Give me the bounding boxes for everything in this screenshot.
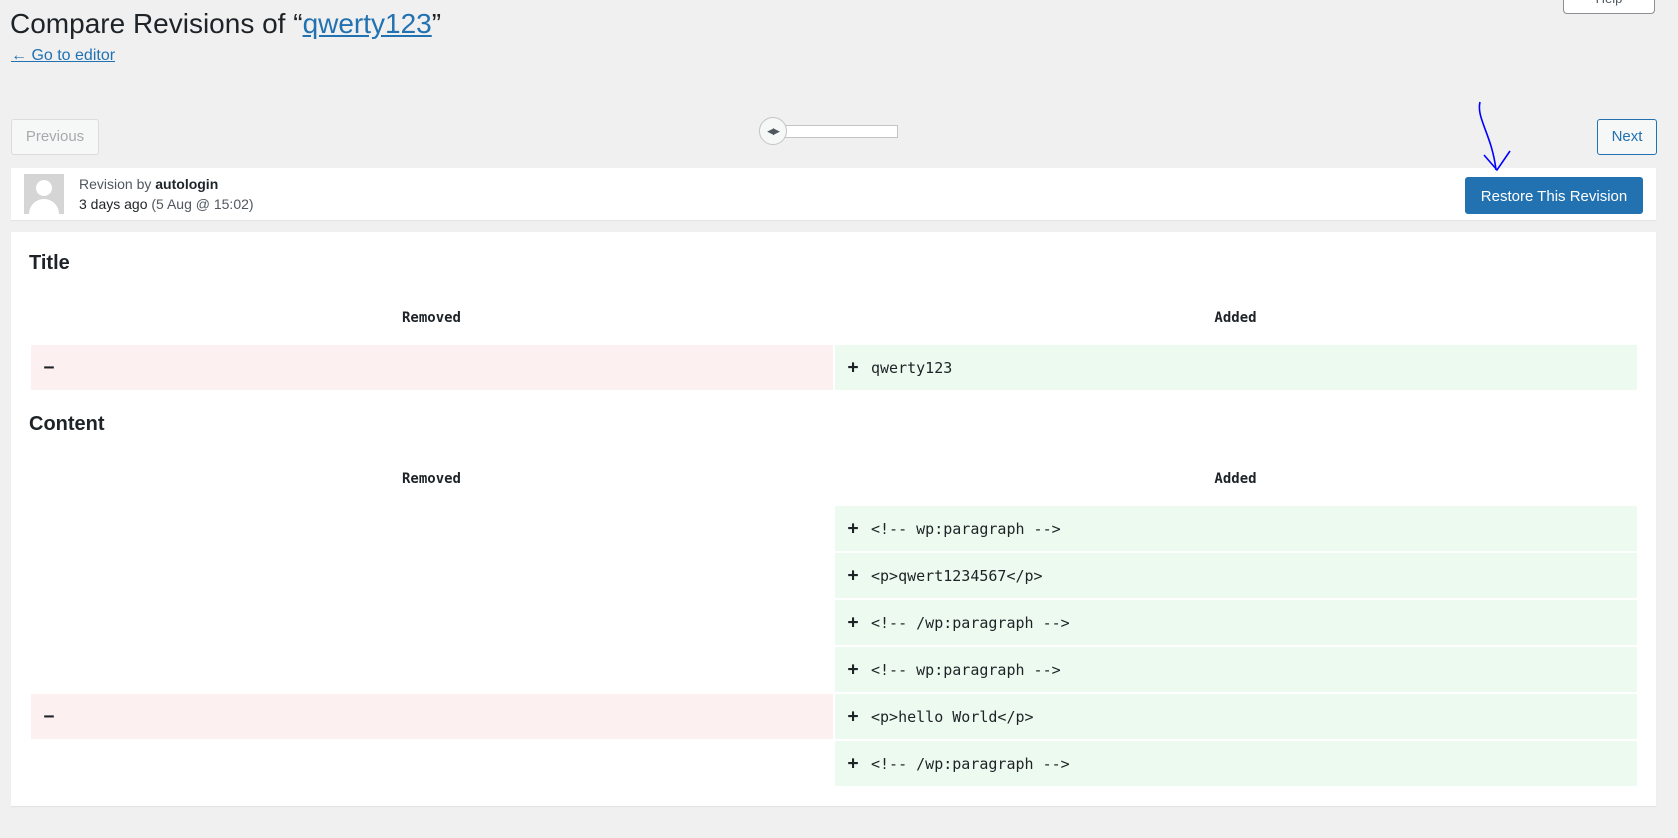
content-section-heading: Content (29, 413, 105, 435)
post-title-link[interactable]: qwerty123 (303, 8, 432, 39)
revision-meta: Revision by autologin 3 days ago (5 Aug … (11, 168, 1656, 220)
plus-icon: + (847, 357, 859, 378)
minus-icon: − (43, 706, 55, 727)
content-removed-header: Removed (401, 471, 461, 487)
title-removed-header: Removed (401, 310, 461, 326)
diff-panel: Title Removed Added − + qwerty123 Content… (11, 232, 1656, 806)
revision-by-label: Revision by (79, 176, 156, 192)
diff-removed-cell: − (31, 694, 833, 739)
title-added-header: Added (1214, 310, 1257, 326)
diff-added-cell: + <!-- /wp:paragraph --> (835, 600, 1637, 645)
minus-icon: − (43, 357, 55, 378)
avatar-body-shape (29, 199, 59, 214)
plus-icon: + (847, 753, 859, 774)
avatar (24, 174, 64, 214)
diff-added-cell: + <p>hello World</p> (835, 694, 1637, 739)
diff-added-text: <p>qwert1234567</p> (871, 567, 1043, 585)
diff-added-text: <!-- /wp:paragraph --> (871, 614, 1070, 632)
restore-revision-button[interactable]: Restore This Revision (1465, 177, 1643, 214)
diff-added-text: <!-- /wp:paragraph --> (871, 755, 1070, 773)
next-button[interactable]: Next (1597, 119, 1657, 155)
plus-icon: + (847, 518, 859, 539)
diff-added-text: <p>hello World</p> (871, 708, 1034, 726)
title-section-heading: Title (29, 252, 70, 274)
diff-added-text: <!-- wp:paragraph --> (871, 661, 1061, 679)
revision-date: (5 Aug @ 15:02) (147, 196, 254, 212)
diff-removed-cell: − (31, 345, 833, 390)
diff-added-cell: + <!-- wp:paragraph --> (835, 506, 1637, 551)
diff-added-text: <!-- wp:paragraph --> (871, 520, 1061, 538)
help-button[interactable]: Help (1563, 0, 1655, 14)
revision-time-ago: 3 days ago (79, 196, 148, 212)
hand-drawn-arrow-annotation (1478, 101, 1511, 172)
diff-added-text: qwerty123 (871, 359, 953, 377)
plus-icon: + (847, 706, 859, 727)
diff-added-cell: + <!-- wp:paragraph --> (835, 647, 1637, 692)
page-title: Compare Revisions of “qwerty123” (10, 4, 441, 44)
title-suffix: ” (431, 8, 442, 39)
revision-author-line: Revision by autologin (79, 176, 218, 192)
slider-arrows-icon: ◀▶ (767, 125, 780, 136)
plus-icon: + (847, 565, 859, 586)
diff-added-cell: + <!-- /wp:paragraph --> (835, 741, 1637, 786)
content-added-header: Added (1214, 471, 1257, 487)
slider-handle[interactable]: ◀▶ (759, 117, 787, 145)
revision-author: autologin (155, 176, 219, 192)
title-prefix: Compare Revisions of “ (10, 8, 303, 39)
plus-icon: + (847, 659, 859, 680)
avatar-head-shape (36, 180, 52, 196)
revision-date-line: 3 days ago (5 Aug @ 15:02) (79, 196, 254, 212)
revision-slider[interactable] (770, 125, 898, 138)
plus-icon: + (847, 612, 859, 633)
go-to-editor-link[interactable]: ← Go to editor (11, 47, 115, 65)
diff-added-cell: + qwerty123 (835, 345, 1637, 390)
previous-button[interactable]: Previous (11, 119, 99, 155)
diff-added-cell: + <p>qwert1234567</p> (835, 553, 1637, 598)
